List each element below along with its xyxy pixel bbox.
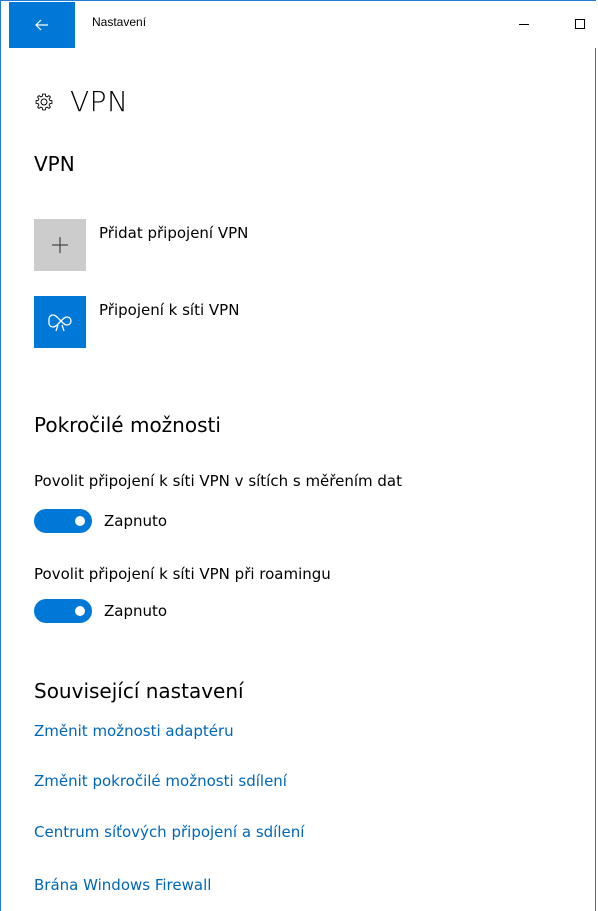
metered-vpn-toggle-state: Zapnuto: [104, 512, 168, 530]
window-title: Nastavení: [92, 15, 147, 29]
add-vpn-label: Přidat připojení VPN: [99, 224, 249, 242]
plus-icon: [52, 237, 68, 253]
vpn-connection-item[interactable]: Připojení k síti VPN: [34, 296, 239, 348]
related-settings-title: Související nastavení: [34, 679, 244, 703]
minimize-icon: [519, 24, 529, 25]
toggle-knob: [75, 516, 85, 526]
metered-vpn-toggle-row: Zapnuto: [34, 509, 167, 533]
toggle-knob: [75, 606, 85, 616]
advanced-section-title: Pokročilé možnosti: [34, 413, 221, 437]
roaming-vpn-toggle-row: Zapnuto: [34, 599, 167, 623]
settings-window: Nastavení VPN VPN Přidat připojení VPN P…: [0, 0, 597, 911]
metered-vpn-option-label: Povolit připojení k síti VPN v sítích s …: [34, 472, 403, 490]
page-header: VPN: [34, 85, 128, 118]
vpn-section-title: VPN: [34, 152, 75, 176]
minimize-button[interactable]: [501, 1, 547, 47]
roaming-vpn-option-label: Povolit připojení k síti VPN při roaming…: [34, 565, 331, 583]
add-vpn-tile: [34, 219, 86, 271]
windows-firewall-link[interactable]: Brána Windows Firewall: [34, 876, 211, 894]
title-bar: Nastavení: [1, 1, 597, 48]
vpn-icon: [48, 314, 72, 332]
maximize-button[interactable]: [557, 1, 598, 47]
vpn-connection-label: Připojení k síti VPN: [99, 301, 240, 319]
back-button[interactable]: [9, 2, 75, 48]
gear-icon: [35, 93, 53, 110]
change-adapter-options-link[interactable]: Změnit možnosti adaptéru: [34, 722, 234, 740]
arrow-left-icon: [35, 19, 48, 31]
metered-vpn-toggle[interactable]: [34, 509, 92, 533]
roaming-vpn-toggle[interactable]: [34, 599, 92, 623]
maximize-icon: [575, 19, 585, 29]
add-vpn-connection-button[interactable]: Přidat připojení VPN: [34, 219, 248, 271]
roaming-vpn-toggle-state: Zapnuto: [104, 602, 168, 620]
network-sharing-center-link[interactable]: Centrum síťových připojení a sdílení: [34, 823, 304, 841]
advanced-sharing-options-link[interactable]: Změnit pokročilé možnosti sdílení: [34, 772, 287, 790]
page-title: VPN: [70, 85, 129, 118]
vpn-tile: [34, 296, 86, 348]
